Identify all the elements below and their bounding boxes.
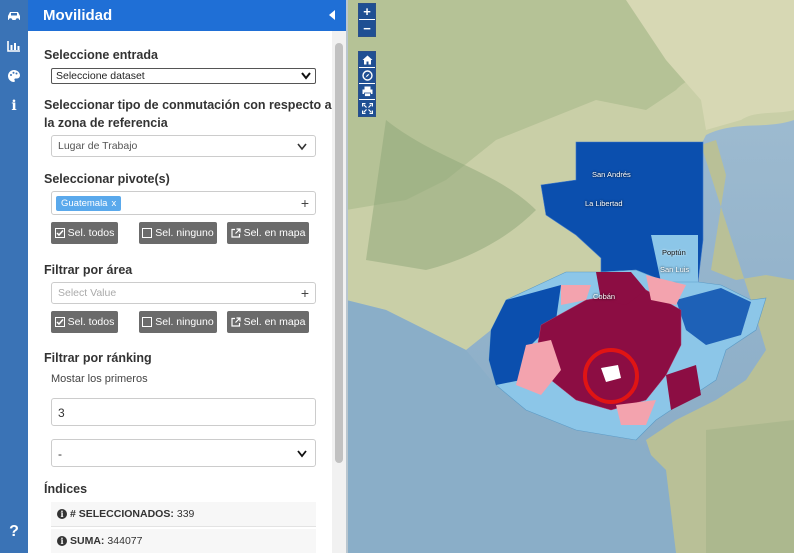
dataset-select[interactable]: Seleccione dataset: [51, 68, 316, 84]
chevron-down-icon: [301, 72, 311, 80]
pivot-select-map-button[interactable]: Sel. en mapa: [227, 222, 309, 244]
map-label-san-andres: San Andrés: [592, 170, 631, 179]
zoom-out-button[interactable]: −: [359, 20, 375, 36]
compass-button[interactable]: [359, 68, 375, 84]
conmutacion-label-line2: la zona de referencia: [44, 116, 168, 130]
ranking-number-input[interactable]: 3: [51, 398, 316, 426]
select-none-label: Sel. ninguno: [155, 316, 214, 328]
area-select-all-button[interactable]: Sel. todos: [51, 311, 118, 333]
info-circle-icon: i: [57, 536, 67, 546]
map-label-la-libertad: La Libertad: [585, 199, 623, 208]
ranking-number-value: 3: [58, 406, 65, 420]
chart-icon[interactable]: [4, 36, 24, 56]
chevron-down-icon: [297, 143, 307, 151]
add-pivot-icon[interactable]: +: [301, 195, 309, 211]
map-view[interactable]: San Andrés La Libertad Poptún San Luis C…: [346, 0, 794, 553]
info-glyph: i: [11, 98, 17, 114]
info-circle-icon: i: [57, 509, 67, 519]
fullscreen-icon: [361, 102, 373, 114]
index-key: # SELECCIONADOS:: [70, 508, 174, 520]
chevron-down-icon: [297, 450, 307, 458]
index-key: SUMA:: [70, 535, 105, 547]
home-button[interactable]: [359, 52, 375, 68]
print-icon: [362, 86, 372, 97]
select-none-label: Sel. ninguno: [155, 227, 214, 239]
pivotes-label: Seleccionar pivote(s): [44, 172, 170, 186]
ranking-order-value: -: [58, 447, 62, 461]
icon-rail: i ?: [0, 0, 28, 553]
panel-scrollbar[interactable]: [332, 31, 346, 553]
ranking-order-select[interactable]: -: [51, 439, 316, 467]
help-glyph: ?: [9, 523, 19, 540]
palette-icon[interactable]: [4, 66, 24, 86]
checkbox-checked-icon: [54, 228, 65, 238]
ranking-sublabel: Mostar los primeros: [51, 373, 148, 385]
scroll-thumb[interactable]: [335, 43, 343, 463]
fullscreen-button[interactable]: [359, 100, 375, 116]
ranking-label: Filtrar por ránking: [44, 351, 152, 365]
external-link-icon: [230, 317, 241, 327]
conmutacion-select-value: Lugar de Trabajo: [58, 140, 138, 152]
index-row-sum: i SUMA: 344077: [51, 529, 316, 553]
select-all-label: Sel. todos: [67, 316, 115, 328]
checkbox-empty-icon: [142, 317, 153, 327]
pivot-tag[interactable]: Guatemala x: [56, 196, 122, 211]
area-multiselect[interactable]: Select Value +: [51, 282, 316, 304]
dataset-select-value: Seleccione dataset: [56, 70, 145, 82]
conmutacion-select[interactable]: Lugar de Trabajo: [51, 135, 316, 157]
print-button[interactable]: [359, 84, 375, 100]
map-label-san-luis: San Luis: [660, 265, 690, 274]
select-all-label: Sel. todos: [67, 227, 115, 239]
info-icon[interactable]: i: [4, 96, 24, 116]
indices-label: Índices: [44, 482, 88, 496]
pivotes-multiselect[interactable]: Guatemala x +: [51, 191, 316, 215]
map-label-coban: Cobán: [593, 292, 616, 301]
index-value: 344077: [107, 535, 143, 547]
help-icon[interactable]: ?: [4, 522, 24, 542]
map-tool-controls: [358, 51, 376, 117]
area-select-none-button[interactable]: Sel. ninguno: [139, 311, 217, 333]
pivot-select-all-button[interactable]: Sel. todos: [51, 222, 118, 244]
map-canvas[interactable]: [346, 0, 794, 553]
panel-map-divider: [346, 0, 348, 553]
area-select-map-button[interactable]: Sel. en mapa: [227, 311, 309, 333]
add-area-icon[interactable]: +: [301, 285, 309, 301]
collapse-panel-icon[interactable]: [326, 7, 338, 23]
conmutacion-label-line1: Seleccionar tipo de conmutación con resp…: [44, 98, 332, 112]
checkbox-checked-icon: [54, 317, 65, 327]
index-row-selected: i # SELECCIONADOS: 339: [51, 502, 316, 527]
select-map-label: Sel. en mapa: [243, 316, 306, 328]
zoom-in-button[interactable]: +: [359, 4, 375, 20]
checkbox-empty-icon: [142, 228, 153, 238]
car-icon[interactable]: [4, 6, 24, 26]
panel-header: Movilidad: [28, 0, 346, 31]
panel-title: Movilidad: [43, 7, 113, 24]
entrada-label: Seleccione entrada: [44, 48, 158, 62]
pivot-tag-remove[interactable]: x: [111, 198, 116, 209]
index-value: 339: [176, 508, 195, 520]
area-placeholder: Select Value: [58, 287, 117, 299]
terrain-shading: [706, 420, 794, 553]
pivot-tag-label: Guatemala: [61, 198, 108, 209]
area-label: Filtrar por área: [44, 263, 133, 277]
home-icon: [362, 55, 372, 64]
external-link-icon: [230, 228, 241, 238]
select-map-label: Sel. en mapa: [243, 227, 306, 239]
compass-icon: [361, 70, 373, 81]
pivot-select-none-button[interactable]: Sel. ninguno: [139, 222, 217, 244]
zoom-controls: + −: [358, 3, 376, 37]
map-label-poptun: Poptún: [662, 248, 686, 257]
mobility-panel: Movilidad Seleccione entrada Seleccione …: [28, 0, 346, 553]
